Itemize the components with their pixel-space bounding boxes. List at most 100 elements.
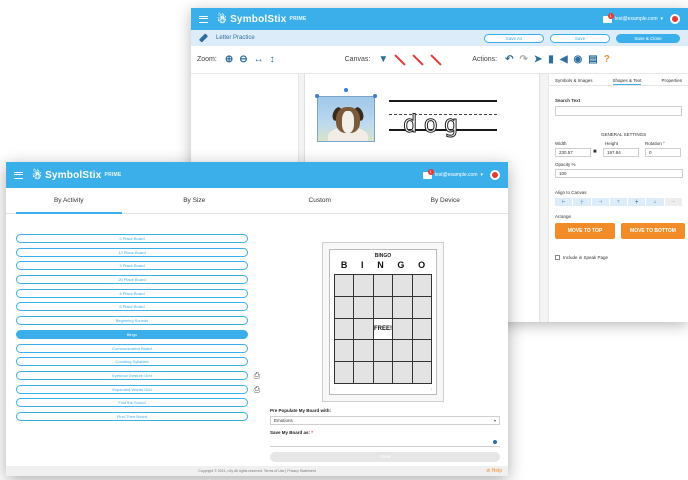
activity-item[interactable]: Expanded Words Grid ⎙ [16, 384, 260, 394]
save-as-button[interactable]: Save As [484, 33, 544, 43]
activity-item[interactable]: First-Then Board [16, 411, 248, 421]
user-menu[interactable]: 1 test@example.com ▾ [422, 168, 500, 180]
zoom-out-icon[interactable]: ⊖ [239, 54, 247, 65]
fit-width-icon[interactable]: ↔ [254, 54, 264, 65]
activity-item[interactable]: 3 Place Board [16, 261, 248, 271]
rotate-handle[interactable] [344, 88, 348, 92]
activity-label: 12 Place Board [118, 249, 146, 255]
align-left-icon[interactable]: ⊢ [555, 198, 573, 206]
search-text-input[interactable] [555, 106, 682, 116]
bingo-cell [354, 275, 373, 296]
width-label: Width [555, 141, 567, 146]
avatar[interactable] [490, 170, 500, 180]
align-top-icon[interactable]: ⊤ [609, 198, 628, 206]
undo-icon[interactable]: ↶ [505, 54, 513, 65]
save-button[interactable]: Save [550, 33, 610, 43]
activity-label: 2 Place Board [119, 236, 145, 241]
tab-by-device[interactable]: By Device [383, 188, 509, 214]
activity-item[interactable]: Communication Board [16, 343, 248, 353]
editor-toolbar: Zoom: ⊕ ⊖ ↔ ↕ Canvas: ▼ Actions: ↶ ↷ ➤ ▮… [191, 46, 688, 74]
trace-word[interactable]: dog [402, 110, 464, 139]
activity-item[interactable]: Beginning Sounds [16, 316, 248, 326]
align-right-icon[interactable]: ⊣ [591, 198, 609, 206]
help-icon[interactable]: ? [604, 54, 610, 65]
help-label: Help [491, 468, 502, 474]
tab-properties[interactable]: Properties [661, 78, 682, 85]
activity-item[interactable]: 20 Place Board [16, 275, 248, 285]
menu-icon[interactable] [199, 15, 208, 23]
tab-by-size[interactable]: By Size [132, 188, 258, 214]
bingo-cell [373, 362, 393, 383]
board-name-input[interactable] [270, 438, 500, 447]
user-menu[interactable]: 1 test@example.com ▾ [602, 12, 680, 24]
activity-item[interactable]: 4 Place Board [16, 288, 248, 298]
print-icon[interactable]: ▤ [588, 54, 597, 65]
tab-shapes-text[interactable]: Shapes & Text [612, 78, 642, 85]
opacity-field[interactable]: 100 [555, 169, 683, 178]
activity-item[interactable]: 2 Place Board [16, 234, 248, 243]
search-text-label: Search Text [555, 98, 581, 103]
no-border-icon[interactable] [394, 54, 406, 66]
resize-handle[interactable] [315, 94, 319, 98]
trash-icon[interactable]: ▮ [548, 54, 554, 65]
notification-icon[interactable]: 1 [422, 168, 434, 179]
brand-logo[interactable]: ☃ SymbolStix PRIME [32, 169, 121, 182]
brand-logo[interactable]: ☃ SymbolStix PRIME [217, 13, 306, 26]
board-preview: BINGO B I N G O FREE! ▪ ▪ [322, 242, 444, 402]
lock-icon[interactable]: ■ [593, 149, 597, 155]
paint-bucket-icon[interactable]: ▼ [378, 54, 388, 65]
align-middle-icon[interactable]: ┿ [628, 198, 646, 206]
send-icon[interactable]: ➤ [534, 54, 542, 65]
save-board-button[interactable]: Save [270, 452, 500, 462]
chevron-down-icon: ▾ [660, 16, 663, 22]
print-icon[interactable]: ⎙ [254, 371, 260, 381]
editor-header: ☃ SymbolStix PRIME 1 test@example.com ▾ [191, 8, 688, 30]
prepopulate-select[interactable]: Emotions ▾ [270, 416, 500, 425]
height-field[interactable]: 197.84 [603, 148, 639, 157]
activity-item[interactable]: Counting Syllables [16, 357, 248, 367]
include-speak-checkbox[interactable] [555, 255, 560, 260]
fit-height-icon[interactable]: ↕ [270, 54, 275, 65]
menu-icon[interactable] [14, 171, 23, 179]
avatar[interactable] [670, 14, 680, 24]
tab-symbols-images[interactable]: Symbols & Images [555, 78, 593, 85]
activity-item[interactable]: Find the Sound [16, 398, 248, 408]
activity-item[interactable]: Bingo [16, 329, 248, 339]
dog-image[interactable] [317, 96, 375, 142]
width-field[interactable]: 230.57 [555, 148, 591, 157]
print-icon[interactable]: ⎙ [254, 385, 260, 395]
align-bottom-icon[interactable]: ⊥ [646, 198, 664, 206]
tab-custom[interactable]: Custom [257, 188, 383, 214]
rotation-field[interactable]: 0 [645, 148, 681, 157]
activity-item[interactable]: Eyebrow Gesture Grid ⎙ [16, 370, 260, 380]
save-close-button[interactable]: Save & Close [616, 33, 680, 43]
footer-copyright: Copyright © 2021, n2y All rights reserve… [6, 466, 508, 476]
zoom-in-icon[interactable]: ⊕ [225, 54, 233, 65]
distribute-icon[interactable]: ⋯ [664, 198, 682, 206]
bingo-cell [412, 362, 431, 383]
pencil-icon[interactable] [198, 33, 209, 43]
align-label: Align to Canvas [555, 190, 587, 195]
notification-icon[interactable]: 1 [602, 12, 614, 23]
no-line-icon[interactable] [430, 54, 442, 66]
tab-by-activity[interactable]: By Activity [6, 188, 132, 214]
activity-label: 4 Place Board [119, 290, 145, 296]
help-link[interactable]: ⊘ Help [486, 466, 502, 476]
preview-eye-icon[interactable]: ◉ [574, 54, 583, 65]
info-icon[interactable] [493, 440, 497, 444]
redo-icon[interactable]: ↷ [520, 54, 528, 65]
activity-item[interactable]: 12 Place Board [16, 247, 248, 257]
bingo-letter: B [340, 260, 348, 270]
activity-label: Beginning Sounds [115, 318, 149, 324]
activity-item[interactable]: 6 Place Board [16, 302, 248, 312]
align-center-icon[interactable]: ┼ [573, 198, 591, 206]
speaker-icon[interactable]: ◀ [560, 54, 568, 65]
activity-label: Bingo [126, 331, 138, 337]
bingo-letter: I [361, 260, 364, 270]
bingo-cell [412, 318, 431, 340]
resize-handle[interactable] [373, 94, 377, 98]
move-to-top-button[interactable]: MOVE TO TOP [555, 223, 615, 239]
move-to-bottom-button[interactable]: MOVE TO BOTTOM [621, 223, 685, 239]
no-fill-icon[interactable] [412, 54, 424, 66]
activity-label: Eyebrow Gesture Grid [112, 372, 152, 378]
